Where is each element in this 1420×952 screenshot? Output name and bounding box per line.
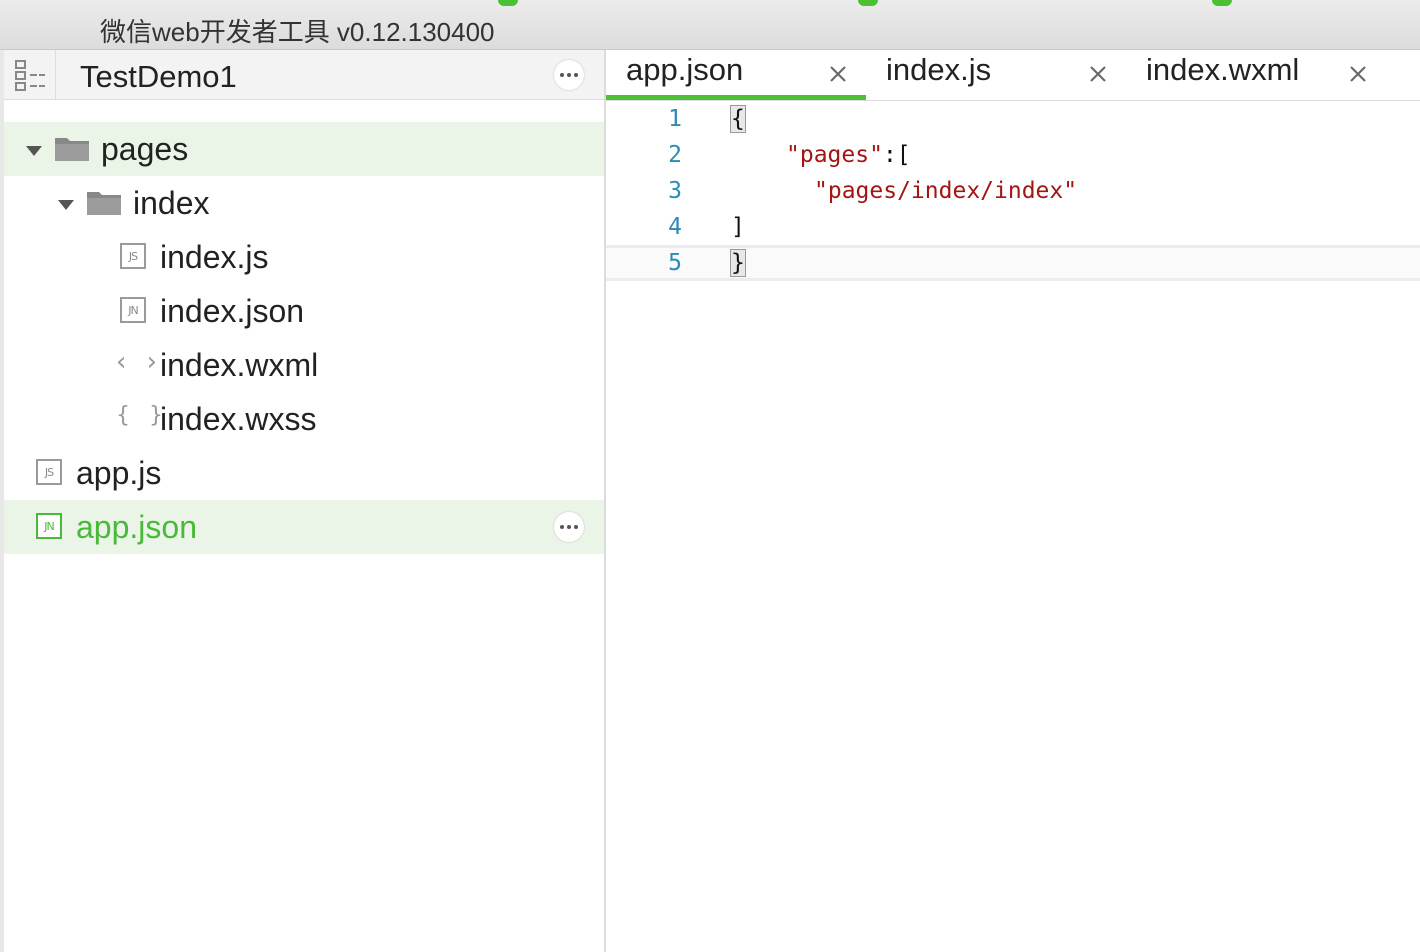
window-titlebar: 微信web开发者工具 v0.12.130400 bbox=[0, 0, 1420, 50]
code-line[interactable]: 4 ] bbox=[606, 209, 1420, 245]
project-header: TestDemo1 bbox=[4, 50, 604, 100]
more-dots-icon[interactable] bbox=[554, 60, 584, 90]
file-tree-icon[interactable] bbox=[4, 50, 56, 100]
line-number: 4 bbox=[668, 214, 682, 240]
js-file-icon: JS bbox=[120, 243, 146, 269]
tab-label: index.js bbox=[886, 52, 992, 87]
code-line[interactable]: 3 "pages/index/index" bbox=[606, 173, 1420, 209]
close-icon[interactable] bbox=[1346, 62, 1370, 86]
tree-file-index-json[interactable]: JN index.json bbox=[4, 284, 604, 338]
code-editor[interactable]: 1 { 2 "pages":[ 3 "pages/index/index" 4 … bbox=[606, 101, 1420, 952]
close-icon[interactable] bbox=[826, 62, 850, 86]
file-tree-icon bbox=[14, 60, 45, 91]
code-line-current[interactable]: 5 } bbox=[606, 245, 1420, 281]
tree-folder-index[interactable]: index bbox=[4, 176, 604, 230]
tree-file-app-json[interactable]: JN app.json bbox=[4, 500, 604, 554]
tree-item-label: index.wxml bbox=[160, 347, 319, 383]
window-title: 微信web开发者工具 v0.12.130400 bbox=[100, 17, 495, 47]
line-number: 2 bbox=[668, 142, 682, 168]
code-text: } bbox=[730, 249, 746, 277]
tree-file-index-js[interactable]: JS index.js bbox=[4, 230, 604, 284]
code-text: "pages/index/index" bbox=[814, 178, 1078, 204]
tab-app-json[interactable]: app.json bbox=[606, 50, 866, 100]
project-name: TestDemo1 bbox=[80, 59, 237, 94]
tree-file-app-js[interactable]: JS app.js bbox=[4, 446, 604, 500]
code-text: ] bbox=[731, 214, 745, 240]
line-number: 3 bbox=[668, 178, 682, 204]
line-number: 5 bbox=[668, 250, 682, 276]
tab-label: index.wxml bbox=[1146, 52, 1300, 87]
js-file-icon: JS bbox=[36, 459, 62, 485]
background-window-indicator bbox=[498, 0, 518, 6]
tree-item-label: pages bbox=[101, 131, 189, 167]
tree-item-label: index.wxss bbox=[160, 401, 317, 437]
wxml-file-icon: ‹ › bbox=[116, 347, 164, 377]
tree-item-label: index.js bbox=[160, 239, 269, 275]
caret-down-icon[interactable] bbox=[58, 200, 74, 210]
json-file-icon: JN bbox=[36, 513, 62, 539]
folder-icon bbox=[55, 138, 89, 161]
tree-item-label: index.json bbox=[160, 293, 305, 329]
background-window-indicator bbox=[858, 0, 878, 6]
caret-down-icon[interactable] bbox=[26, 146, 42, 156]
code-line[interactable]: 2 "pages":[ bbox=[606, 137, 1420, 173]
folder-icon bbox=[87, 192, 121, 215]
tree-item-label: index bbox=[133, 185, 210, 221]
editor-tabbar: app.json index.js index.wxml bbox=[606, 50, 1420, 101]
background-window-indicator bbox=[1212, 0, 1232, 6]
tree-item-label: app.js bbox=[76, 455, 162, 491]
tree-file-index-wxml[interactable]: ‹ › index.wxml bbox=[4, 338, 604, 392]
json-file-icon: JN bbox=[120, 297, 146, 323]
code-line[interactable]: 1 { bbox=[606, 101, 1420, 137]
tab-index-wxml[interactable]: index.wxml bbox=[1126, 50, 1386, 100]
line-number: 1 bbox=[668, 106, 682, 132]
code-text: { bbox=[730, 105, 746, 133]
more-dots-icon[interactable] bbox=[554, 512, 584, 542]
tree-folder-pages[interactable]: pages bbox=[4, 122, 604, 176]
tab-index-js[interactable]: index.js bbox=[866, 50, 1126, 100]
project-sidebar: TestDemo1 pages index JS index.js JN ind… bbox=[4, 50, 604, 952]
tab-label: app.json bbox=[626, 52, 744, 87]
code-text: "pages":[ bbox=[786, 142, 911, 168]
tree-item-label: app.json bbox=[76, 509, 197, 545]
close-icon[interactable] bbox=[1086, 62, 1110, 86]
tree-file-index-wxss[interactable]: { } index.wxss bbox=[4, 392, 604, 446]
